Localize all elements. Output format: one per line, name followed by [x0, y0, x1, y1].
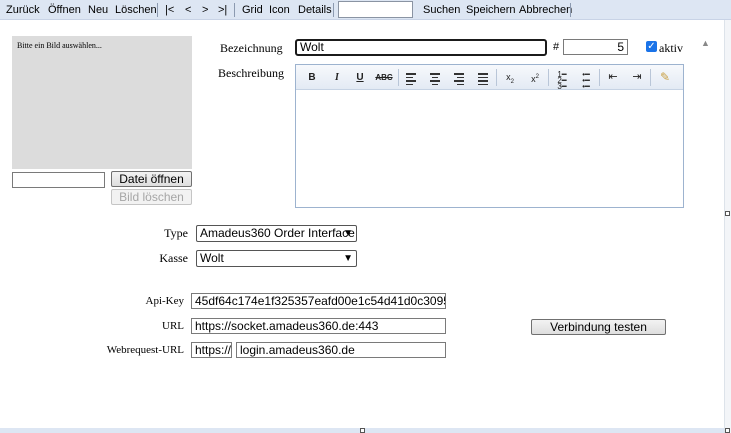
toolbar-separator [234, 3, 235, 17]
chevron-up-icon[interactable]: ▲ [701, 38, 710, 48]
editor-separator [599, 69, 600, 86]
outdent-icon[interactable]: ⇤ [604, 69, 622, 86]
right-edge-strip [724, 20, 731, 433]
underline-icon[interactable]: U [351, 69, 369, 86]
editor-separator [548, 69, 549, 86]
toolbar-search-input[interactable] [338, 1, 413, 18]
open-button[interactable]: Öffnen [48, 3, 81, 17]
details-view-button[interactable]: Details [298, 3, 332, 17]
editor-separator [398, 69, 399, 86]
cancel-button[interactable]: Abbrechen [519, 3, 572, 17]
kasse-label: Kasse [159, 251, 188, 265]
chevron-down-icon: ▼ [343, 253, 353, 264]
editor-separator [650, 69, 651, 86]
type-select[interactable]: Amadeus360 Order Interface ▼ [196, 225, 357, 242]
bezeichnung-input[interactable]: Wolt [295, 39, 547, 56]
delete-button[interactable]: Löschen [115, 3, 157, 17]
icon-view-button[interactable]: Icon [269, 3, 290, 17]
beschreibung-editor[interactable]: B I U ABC x2 x2 1━ 2━ 3━ •━ •━ •━ ⇤ ⇥ ✎ [295, 64, 684, 208]
resize-handle[interactable] [360, 428, 365, 433]
bezeichnung-label: Bezeichnung [220, 41, 283, 55]
type-label: Type [164, 226, 188, 240]
number-label: # [553, 41, 560, 53]
image-preview[interactable]: Bitte ein Bild auswählen... [12, 36, 192, 169]
image-file-path-input[interactable] [12, 172, 105, 188]
search-button[interactable]: Suchen [423, 3, 460, 17]
toolbar-separator [570, 3, 571, 17]
clear-format-icon[interactable]: ✎ [656, 69, 674, 86]
resize-handle[interactable] [725, 211, 730, 216]
webrequest-protocol-input[interactable]: https:// [191, 342, 232, 358]
justify-icon[interactable] [474, 69, 492, 86]
first-record-button[interactable]: |< [165, 3, 174, 17]
main-toolbar: Zurück Öffnen Neu Löschen |< < > >| Grid… [0, 0, 731, 20]
superscript-icon[interactable]: x2 [526, 69, 544, 86]
chevron-down-icon: ▼ [343, 228, 353, 239]
open-file-button[interactable]: Datei öffnen [111, 171, 192, 187]
new-button[interactable]: Neu [88, 3, 108, 17]
api-key-input[interactable]: 45df64c174e1f325357eafd00e1c54d41d0c3095 [191, 293, 446, 309]
align-right-icon[interactable] [450, 69, 468, 86]
previous-record-button[interactable]: < [185, 3, 191, 17]
toolbar-separator [157, 3, 158, 17]
align-left-icon[interactable] [402, 69, 420, 86]
editor-separator [496, 69, 497, 86]
bold-icon[interactable]: B [303, 69, 321, 86]
webrequest-url-label: Webrequest-URL [106, 344, 184, 356]
subscript-icon[interactable]: x2 [501, 69, 519, 86]
aktiv-label: aktiv [659, 41, 683, 55]
resize-handle[interactable] [725, 428, 730, 433]
last-record-button[interactable]: >| [218, 3, 227, 17]
aktiv-checkbox[interactable]: ✓ [646, 41, 657, 52]
back-button[interactable]: Zurück [6, 3, 40, 17]
test-connection-button[interactable]: Verbindung testen [531, 319, 666, 335]
type-select-value: Amadeus360 Order Interface [200, 226, 355, 240]
url-input[interactable]: https://socket.amadeus360.de:443 [191, 318, 446, 334]
ordered-list-icon[interactable]: 1━ 2━ 3━ [553, 69, 571, 91]
unordered-list-icon[interactable]: •━ •━ •━ [577, 69, 595, 91]
api-key-label: Api-Key [145, 295, 185, 307]
editor-toolbar: B I U ABC x2 x2 1━ 2━ 3━ •━ •━ •━ ⇤ ⇥ ✎ [296, 65, 683, 91]
delete-image-button[interactable]: Bild löschen [111, 189, 192, 205]
image-placeholder-text: Bitte ein Bild auswählen... [17, 41, 102, 50]
url-label: URL [162, 320, 184, 332]
webrequest-host-input[interactable]: login.amadeus360.de [236, 342, 446, 358]
toolbar-separator [333, 3, 334, 17]
italic-icon[interactable]: I [328, 69, 346, 86]
save-button[interactable]: Speichern [466, 3, 516, 17]
kasse-select[interactable]: Wolt ▼ [196, 250, 357, 267]
number-input[interactable]: 5 [563, 39, 628, 55]
beschreibung-label: Beschreibung [218, 66, 284, 80]
indent-icon[interactable]: ⇥ [628, 69, 646, 86]
kasse-select-value: Wolt [200, 251, 224, 265]
next-record-button[interactable]: > [202, 3, 208, 17]
align-center-icon[interactable] [426, 69, 444, 86]
strikethrough-icon[interactable]: ABC [375, 69, 393, 86]
grid-view-button[interactable]: Grid [242, 3, 263, 17]
